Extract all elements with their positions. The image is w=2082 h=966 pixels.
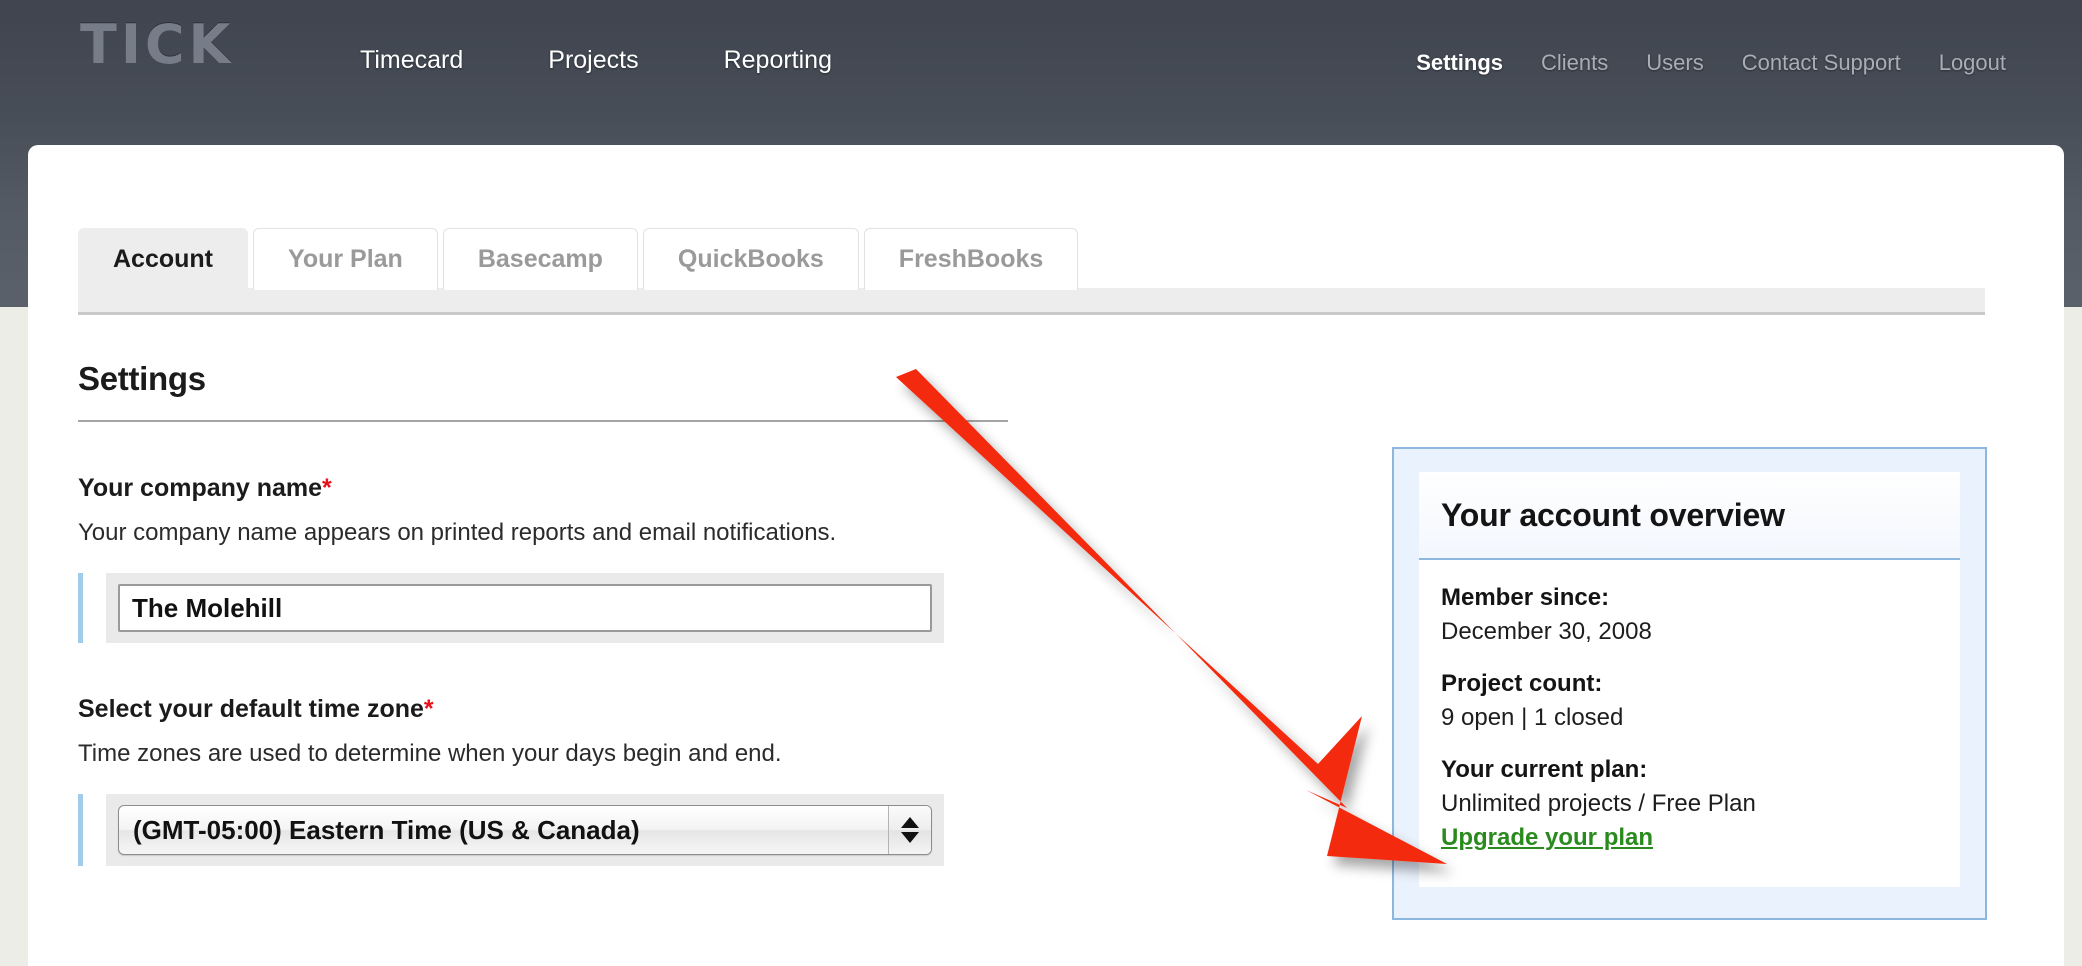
nav-item-logout[interactable]: Logout [1939, 50, 2006, 76]
account-overview-title: Your account overview [1441, 496, 1785, 533]
company-name-label: Your company name* [78, 474, 1008, 503]
current-plan-group: Your current plan: Unlimited projects / … [1441, 756, 1938, 852]
time-zone-label-text: Select your default time zone [78, 695, 424, 723]
member-since-value: December 30, 2008 [1441, 618, 1652, 645]
required-asterisk: * [423, 695, 434, 723]
chevron-down-icon [901, 832, 919, 843]
utility-navigation: Settings Clients Users Contact Support L… [1378, 50, 2006, 76]
tab-freshbooks[interactable]: FreshBooks [863, 228, 1079, 290]
company-name-label-text: Your company name [78, 474, 323, 502]
account-overview-card: Your account overview Member since: Dece… [1419, 472, 1960, 887]
time-zone-selected-value: (GMT-05:00) Eastern Time (US & Canada) [133, 814, 640, 845]
company-name-input[interactable] [118, 584, 932, 632]
chevron-up-icon [901, 817, 919, 828]
nav-item-clients[interactable]: Clients [1541, 50, 1608, 76]
time-zone-select-wrapper: (GMT-05:00) Eastern Time (US & Canada) [106, 794, 944, 866]
tab-basecamp[interactable]: Basecamp [442, 228, 638, 290]
company-name-help: Your company name appears on printed rep… [78, 519, 837, 546]
nav-item-users[interactable]: Users [1646, 50, 1703, 76]
company-name-input-row [78, 573, 1008, 643]
company-name-input-wrapper [106, 573, 944, 643]
nav-item-timecard[interactable]: Timecard [360, 46, 463, 75]
tab-bar-strip [78, 288, 1985, 315]
current-plan-value: Unlimited projects / Free Plan [1441, 790, 1756, 817]
app-screen: TICK Timecard Projects Reporting Setting… [0, 0, 2082, 966]
tick-logo[interactable]: TICK [80, 18, 234, 72]
nav-item-reporting[interactable]: Reporting [724, 46, 832, 75]
field-accent-bar [78, 794, 83, 866]
account-overview-header: Your account overview [1419, 472, 1960, 560]
select-stepper-icon[interactable] [888, 806, 931, 854]
title-divider [78, 420, 1008, 422]
member-since-group: Member since: December 30, 2008 [1441, 584, 1938, 646]
field-accent-bar [78, 573, 83, 643]
nav-item-contact-support[interactable]: Contact Support [1742, 50, 1901, 76]
primary-navigation: Timecard Projects Reporting [360, 46, 917, 75]
required-asterisk: * [322, 474, 332, 502]
page-title: Settings [78, 360, 206, 397]
member-since-label: Member since: [1441, 584, 1610, 611]
time-zone-label: Select your default time zone* [78, 695, 1008, 724]
account-overview-panel: Your account overview Member since: Dece… [1392, 447, 1987, 920]
field-company-name: Your company name* Your company name app… [78, 474, 1008, 643]
field-time-zone: Select your default time zone* Time zone… [78, 695, 1008, 866]
settings-form: Settings Your company name* Your company… [78, 360, 1008, 866]
current-plan-label: Your current plan: [1441, 756, 1648, 783]
nav-item-projects[interactable]: Projects [548, 46, 638, 75]
tab-quickbooks[interactable]: QuickBooks [642, 228, 859, 290]
time-zone-select[interactable]: (GMT-05:00) Eastern Time (US & Canada) [118, 805, 932, 855]
upgrade-your-plan-link[interactable]: Upgrade your plan [1441, 824, 1653, 852]
project-count-group: Project count: 9 open | 1 closed [1441, 670, 1938, 732]
nav-item-settings[interactable]: Settings [1416, 50, 1503, 76]
tab-account[interactable]: Account [78, 228, 248, 290]
settings-tabs: Account Your Plan Basecamp QuickBooks Fr… [78, 228, 1083, 290]
account-overview-body: Member since: December 30, 2008 Project … [1419, 560, 1960, 852]
project-count-value: 9 open | 1 closed [1441, 704, 1624, 731]
tab-your-plan[interactable]: Your Plan [253, 228, 438, 290]
time-zone-input-row: (GMT-05:00) Eastern Time (US & Canada) [78, 794, 1008, 866]
project-count-label: Project count: [1441, 670, 1603, 697]
time-zone-help: Time zones are used to determine when yo… [78, 740, 782, 767]
